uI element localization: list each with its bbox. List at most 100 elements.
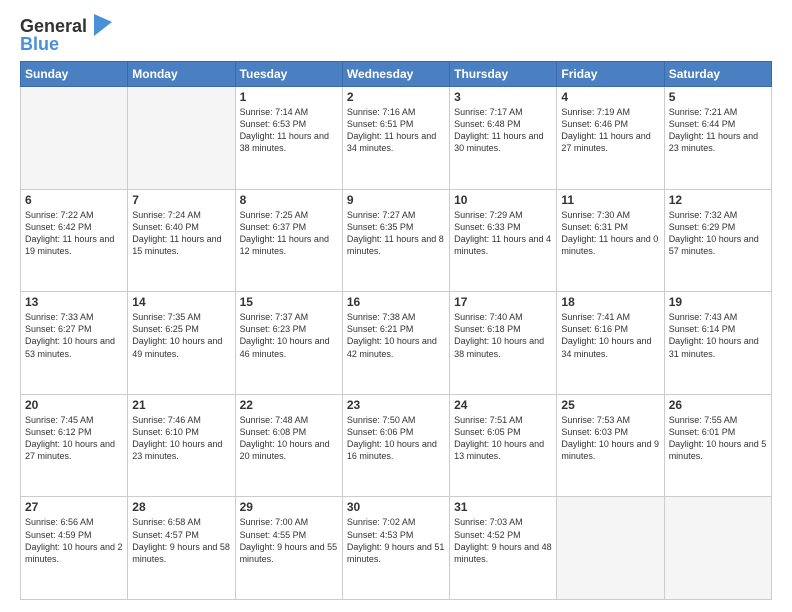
cell-detail: Sunrise: 7:22 AM Sunset: 6:42 PM Dayligh…	[25, 209, 123, 258]
day-number: 7	[132, 193, 230, 207]
calendar-cell: 11Sunrise: 7:30 AM Sunset: 6:31 PM Dayli…	[557, 189, 664, 292]
logo: General Blue	[20, 16, 112, 55]
calendar-cell: 16 Sunrise: 7:38 AM Sunset: 6:21 PM Dayli…	[342, 292, 449, 395]
cell-detail: Sunrise: 7:16 AM Sunset: 6:51 PM Dayligh…	[347, 106, 445, 155]
day-number: 16	[347, 295, 445, 309]
day-number: 24	[454, 398, 552, 412]
day-number: 23	[347, 398, 445, 412]
calendar-cell: 7 Sunrise: 7:24 AM Sunset: 6:40 PM Daylig…	[128, 189, 235, 292]
cell-detail: Sunrise: 7:40 AM Sunset: 6:18 PM Dayligh…	[454, 311, 552, 360]
cell-detail: Sunrise: 7:32 AM Sunset: 6:29 PM Dayligh…	[669, 209, 767, 258]
day-number: 18	[561, 295, 659, 309]
day-number: 29	[240, 500, 338, 514]
cell-detail: Sunrise: 7:00 AM Sunset: 4:55 PM Dayligh…	[240, 516, 338, 565]
cell-detail: Sunrise: 7:02 AM Sunset: 4:53 PM Dayligh…	[347, 516, 445, 565]
cell-detail: Sunrise: 7:14 AM Sunset: 6:53 PM Dayligh…	[240, 106, 338, 155]
day-number: 17	[454, 295, 552, 309]
cell-detail: Sunrise: 7:03 AM Sunset: 4:52 PM Dayligh…	[454, 516, 552, 565]
calendar-week-3: 13 Sunrise: 7:33 AM Sunset: 6:27 PM Dayli…	[21, 292, 772, 395]
header: General Blue	[20, 16, 772, 55]
calendar-cell: 15Sunrise: 7:37 AM Sunset: 6:23 PM Dayli…	[235, 292, 342, 395]
calendar-cell: 5Sunrise: 7:21 AM Sunset: 6:44 PM Daylig…	[664, 87, 771, 190]
day-number: 22	[240, 398, 338, 412]
calendar-cell: 20 Sunrise: 7:45 AM Sunset: 6:12 PM Dayli…	[21, 394, 128, 497]
day-number: 20	[25, 398, 123, 412]
cell-detail: Sunrise: 6:56 AM Sunset: 4:59 PM Dayligh…	[25, 516, 123, 565]
calendar-cell: 9 Sunrise: 7:27 AM Sunset: 6:35 PM Daylig…	[342, 189, 449, 292]
calendar-cell: 17 Sunrise: 7:40 AM Sunset: 6:18 PM Dayli…	[450, 292, 557, 395]
cell-detail: Sunrise: 7:29 AM Sunset: 6:33 PM Dayligh…	[454, 209, 552, 258]
day-number: 1	[240, 90, 338, 104]
calendar-cell	[21, 87, 128, 190]
weekday-header-saturday: Saturday	[664, 62, 771, 87]
calendar-week-2: 6Sunrise: 7:22 AM Sunset: 6:42 PM Daylig…	[21, 189, 772, 292]
calendar-cell: 18 Sunrise: 7:41 AM Sunset: 6:16 PM Dayli…	[557, 292, 664, 395]
calendar-week-5: 27 Sunrise: 6:56 AM Sunset: 4:59 PM Dayli…	[21, 497, 772, 600]
calendar-cell: 25 Sunrise: 7:53 AM Sunset: 6:03 PM Dayli…	[557, 394, 664, 497]
calendar-cell: 21 Sunrise: 7:46 AM Sunset: 6:10 PM Dayli…	[128, 394, 235, 497]
calendar-cell: 6Sunrise: 7:22 AM Sunset: 6:42 PM Daylig…	[21, 189, 128, 292]
cell-detail: Sunrise: 7:17 AM Sunset: 6:48 PM Dayligh…	[454, 106, 552, 155]
calendar-cell: 27 Sunrise: 6:56 AM Sunset: 4:59 PM Dayli…	[21, 497, 128, 600]
cell-detail: Sunrise: 7:33 AM Sunset: 6:27 PM Dayligh…	[25, 311, 123, 360]
calendar-cell: 2 Sunrise: 7:16 AM Sunset: 6:51 PM Daylig…	[342, 87, 449, 190]
day-number: 3	[454, 90, 552, 104]
calendar-cell	[128, 87, 235, 190]
cell-detail: Sunrise: 6:58 AM Sunset: 4:57 PM Dayligh…	[132, 516, 230, 565]
weekday-header-sunday: Sunday	[21, 62, 128, 87]
calendar-cell	[557, 497, 664, 600]
calendar-cell: 26 Sunrise: 7:55 AM Sunset: 6:01 PM Dayli…	[664, 394, 771, 497]
cell-detail: Sunrise: 7:51 AM Sunset: 6:05 PM Dayligh…	[454, 414, 552, 463]
calendar-cell: 30 Sunrise: 7:02 AM Sunset: 4:53 PM Dayli…	[342, 497, 449, 600]
cell-detail: Sunrise: 7:25 AM Sunset: 6:37 PM Dayligh…	[240, 209, 338, 258]
calendar-cell: 24 Sunrise: 7:51 AM Sunset: 6:05 PM Dayli…	[450, 394, 557, 497]
cell-detail: Sunrise: 7:38 AM Sunset: 6:21 PM Dayligh…	[347, 311, 445, 360]
weekday-header-row: SundayMondayTuesdayWednesdayThursdayFrid…	[21, 62, 772, 87]
calendar-cell: 28 Sunrise: 6:58 AM Sunset: 4:57 PM Dayli…	[128, 497, 235, 600]
day-number: 14	[132, 295, 230, 309]
cell-detail: Sunrise: 7:46 AM Sunset: 6:10 PM Dayligh…	[132, 414, 230, 463]
day-number: 21	[132, 398, 230, 412]
calendar-table: SundayMondayTuesdayWednesdayThursdayFrid…	[20, 61, 772, 600]
day-number: 12	[669, 193, 767, 207]
weekday-header-tuesday: Tuesday	[235, 62, 342, 87]
calendar-week-4: 20 Sunrise: 7:45 AM Sunset: 6:12 PM Dayli…	[21, 394, 772, 497]
day-number: 27	[25, 500, 123, 514]
day-number: 31	[454, 500, 552, 514]
cell-detail: Sunrise: 7:27 AM Sunset: 6:35 PM Dayligh…	[347, 209, 445, 258]
weekday-header-monday: Monday	[128, 62, 235, 87]
calendar-cell: 8 Sunrise: 7:25 AM Sunset: 6:37 PM Daylig…	[235, 189, 342, 292]
calendar-cell: 3 Sunrise: 7:17 AM Sunset: 6:48 PM Daylig…	[450, 87, 557, 190]
cell-detail: Sunrise: 7:55 AM Sunset: 6:01 PM Dayligh…	[669, 414, 767, 463]
cell-detail: Sunrise: 7:21 AM Sunset: 6:44 PM Dayligh…	[669, 106, 767, 155]
calendar-cell: 10 Sunrise: 7:29 AM Sunset: 6:33 PM Dayli…	[450, 189, 557, 292]
day-number: 28	[132, 500, 230, 514]
weekday-header-friday: Friday	[557, 62, 664, 87]
day-number: 2	[347, 90, 445, 104]
cell-detail: Sunrise: 7:50 AM Sunset: 6:06 PM Dayligh…	[347, 414, 445, 463]
day-number: 30	[347, 500, 445, 514]
day-number: 26	[669, 398, 767, 412]
day-number: 13	[25, 295, 123, 309]
calendar-cell: 14 Sunrise: 7:35 AM Sunset: 6:25 PM Dayli…	[128, 292, 235, 395]
calendar-cell: 23 Sunrise: 7:50 AM Sunset: 6:06 PM Dayli…	[342, 394, 449, 497]
calendar-cell: 31 Sunrise: 7:03 AM Sunset: 4:52 PM Dayli…	[450, 497, 557, 600]
calendar-cell: 1 Sunrise: 7:14 AM Sunset: 6:53 PM Daylig…	[235, 87, 342, 190]
day-number: 11	[561, 193, 659, 207]
calendar-cell: 29 Sunrise: 7:00 AM Sunset: 4:55 PM Dayli…	[235, 497, 342, 600]
cell-detail: Sunrise: 7:53 AM Sunset: 6:03 PM Dayligh…	[561, 414, 659, 463]
day-number: 10	[454, 193, 552, 207]
logo-icon	[94, 14, 112, 36]
page: General Blue SundayMondayTuesdayWednesda…	[0, 0, 792, 612]
weekday-header-thursday: Thursday	[450, 62, 557, 87]
calendar-cell: 13 Sunrise: 7:33 AM Sunset: 6:27 PM Dayli…	[21, 292, 128, 395]
cell-detail: Sunrise: 7:35 AM Sunset: 6:25 PM Dayligh…	[132, 311, 230, 360]
calendar-cell	[664, 497, 771, 600]
cell-detail: Sunrise: 7:41 AM Sunset: 6:16 PM Dayligh…	[561, 311, 659, 360]
day-number: 25	[561, 398, 659, 412]
day-number: 19	[669, 295, 767, 309]
day-number: 8	[240, 193, 338, 207]
day-number: 9	[347, 193, 445, 207]
cell-detail: Sunrise: 7:45 AM Sunset: 6:12 PM Dayligh…	[25, 414, 123, 463]
cell-detail: Sunrise: 7:24 AM Sunset: 6:40 PM Dayligh…	[132, 209, 230, 258]
